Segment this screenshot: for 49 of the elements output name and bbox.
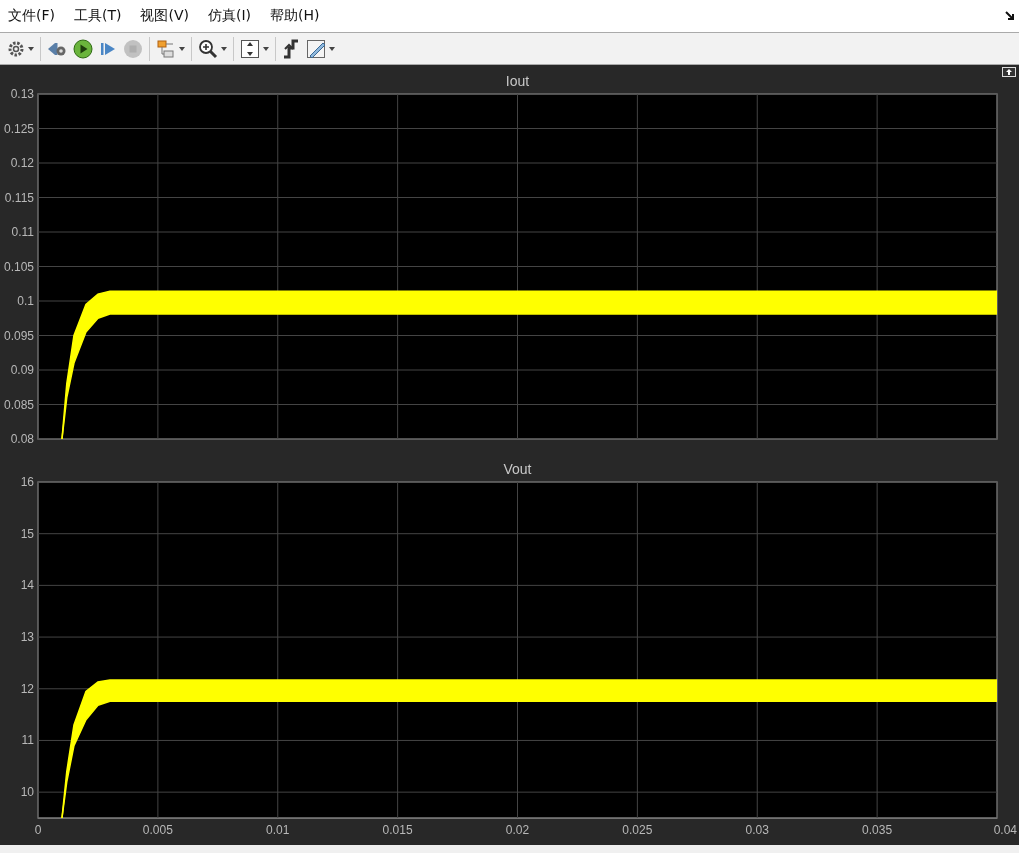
y-tick-label: 13 [20, 630, 34, 645]
y-tick-label: 0.1 [17, 294, 34, 308]
y-tick-label: 0.095 [3, 328, 34, 343]
menu-item[interactable]: 工具(T) [74, 7, 130, 25]
fit-axes-icon [240, 38, 260, 59]
x-tick-label: 0.03 [745, 823, 769, 837]
caret-icon [329, 46, 335, 51]
y-tick-label: 12 [20, 681, 34, 696]
ruler-icon [306, 38, 326, 59]
caret-icon [263, 46, 269, 51]
x-tick-label: 0.035 [862, 823, 893, 837]
y-tick-label: 0.105 [3, 259, 34, 274]
y-tick-label: 0.09 [10, 363, 34, 377]
x-tick-label: 0.02 [505, 823, 530, 837]
plot-title: Iout [505, 73, 530, 89]
y-tick-label: 16 [20, 475, 34, 489]
menu-item[interactable]: 帮助(H) [270, 7, 328, 25]
x-tick-label: 0.015 [382, 823, 413, 837]
y-tick-label: 0.12 [10, 156, 34, 170]
y-tick-label: 0.125 [3, 121, 34, 136]
x-tick-label: 0.01 [266, 823, 290, 837]
x-tick-label: 0.04 [993, 823, 1017, 837]
y-tick-label: 14 [20, 578, 34, 593]
y-tick-label: 11 [21, 733, 34, 748]
zoom-in-icon [198, 38, 218, 59]
y-tick-label: 0.08 [10, 432, 34, 446]
menu-item[interactable]: 视图(V) [140, 7, 197, 25]
x-tick-label: 0.005 [142, 823, 173, 837]
y-tick-label: 15 [20, 526, 34, 541]
menu-item[interactable]: 仿真(I) [208, 7, 260, 25]
caret-icon [221, 46, 227, 51]
plot-title: Vout [503, 461, 532, 477]
y-tick-label: 10 [20, 785, 34, 800]
play-icon [73, 38, 93, 59]
x-tick-label: 0.025 [622, 823, 653, 837]
undock-arrow-icon[interactable] [1005, 11, 1015, 21]
caret-icon [179, 46, 185, 51]
y-tick-label: 0.11 [11, 225, 34, 239]
gear-icon [7, 39, 25, 58]
blocks-icon [156, 38, 176, 59]
restore-icon[interactable] [1002, 67, 1016, 77]
y-tick-label: 0.115 [4, 190, 34, 205]
menu-item[interactable]: 文件(F) [8, 7, 63, 25]
stop-icon [123, 38, 143, 59]
x-tick-label: 0 [34, 823, 42, 837]
trigger-icon [282, 38, 300, 59]
y-tick-label: 0.13 [10, 87, 34, 101]
caret-icon [28, 46, 34, 51]
y-tick-label: 0.085 [3, 397, 34, 412]
